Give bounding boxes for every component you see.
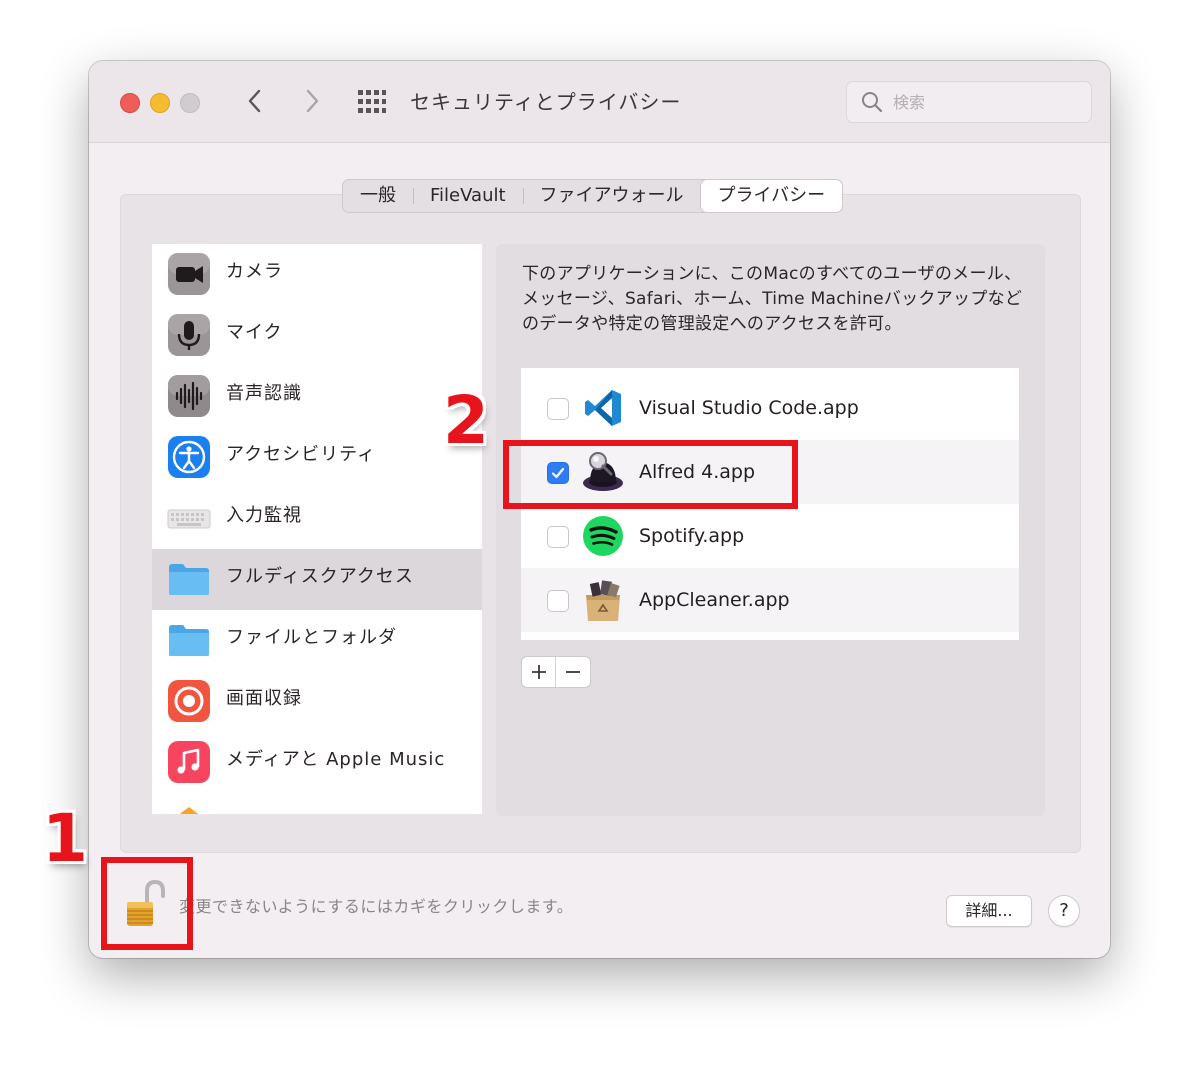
app-checkbox[interactable] bbox=[547, 590, 569, 612]
details-button[interactable]: 詳細... bbox=[946, 895, 1032, 927]
list-item[interactable]: Spotify.app bbox=[521, 504, 1019, 568]
app-checkbox-checked[interactable] bbox=[547, 462, 569, 484]
alfred-icon bbox=[583, 452, 623, 491]
unlocked-padlock-icon[interactable] bbox=[120, 879, 170, 929]
sidebar-item-label: マイク bbox=[226, 322, 283, 343]
forward-button[interactable] bbox=[294, 83, 330, 119]
waveform-icon bbox=[168, 375, 210, 417]
sidebar-item-label: アクセシビリティ bbox=[226, 444, 377, 465]
sidebar-item-accessibility[interactable]: アクセシビリティ bbox=[152, 427, 482, 488]
search-icon bbox=[862, 92, 883, 113]
list-item[interactable]: AppCleaner.app bbox=[521, 568, 1019, 632]
app-name: Spotify.app bbox=[639, 525, 745, 547]
screen-record-icon bbox=[168, 680, 210, 722]
sidebar-item-label: フルディスクアクセス bbox=[226, 566, 414, 587]
sidebar-item-media-apple-music[interactable]: メディアと Apple Music bbox=[152, 732, 482, 793]
list-item[interactable]: Alfred 4.app bbox=[521, 440, 1019, 504]
tab-filevault[interactable]: FileVault bbox=[413, 180, 523, 212]
vscode-icon bbox=[585, 390, 621, 426]
sidebar-item-label: 入力監視 bbox=[226, 505, 302, 526]
plus-icon bbox=[531, 665, 546, 679]
lock-instruction: 変更できないようにするにはカギをクリックします。 bbox=[179, 897, 574, 916]
list-item[interactable]: Visual Studio Code.app bbox=[521, 376, 1019, 440]
back-button[interactable] bbox=[237, 83, 273, 119]
camera-icon bbox=[168, 253, 210, 295]
app-checkbox[interactable] bbox=[547, 526, 569, 548]
sidebar-item-partial[interactable] bbox=[152, 793, 482, 814]
sidebar-item-camera[interactable]: カメラ bbox=[152, 244, 482, 305]
sidebar-item-label: ファイルとフォルダ bbox=[226, 627, 397, 648]
music-icon bbox=[168, 741, 210, 783]
privacy-category-list: カメラ マイク 音声認識 アクセシビリティ 入力監視 フルディスクアクセス ファ… bbox=[152, 244, 482, 814]
step-number-1: 1 bbox=[42, 800, 88, 877]
step-number-2: 2 bbox=[443, 382, 489, 459]
spotify-icon bbox=[583, 516, 623, 556]
close-button[interactable] bbox=[120, 93, 140, 113]
folder-icon bbox=[169, 564, 209, 595]
remove-app-button[interactable] bbox=[555, 657, 589, 687]
sidebar-item-input-monitoring[interactable]: 入力監視 bbox=[152, 488, 482, 549]
accessibility-icon bbox=[168, 436, 210, 478]
sidebar-item-label: メディアと Apple Music bbox=[226, 749, 446, 770]
chevron-left-icon bbox=[248, 89, 261, 113]
home-icon bbox=[179, 807, 199, 814]
sidebar-item-label: 画面収録 bbox=[226, 688, 302, 709]
sidebar-item-microphone[interactable]: マイク bbox=[152, 305, 482, 366]
sidebar-item-screen-recording[interactable]: 画面収録 bbox=[152, 671, 482, 732]
app-list: Visual Studio Code.app Alfred 4.app Spot… bbox=[521, 368, 1019, 640]
sidebar-item-label: 音声認識 bbox=[226, 383, 302, 404]
tab-bar: 一般 FileVault ファイアウォール プライバシー bbox=[342, 179, 844, 213]
app-name: AppCleaner.app bbox=[639, 589, 790, 611]
keyboard-icon bbox=[167, 509, 211, 529]
help-button[interactable]: ? bbox=[1048, 895, 1080, 927]
access-panel: 下のアプリケーションに、このMacのすべてのユーザのメール、メッセージ、Safa… bbox=[496, 244, 1045, 816]
access-description: 下のアプリケーションに、このMacのすべてのユーザのメール、メッセージ、Safa… bbox=[522, 264, 1023, 334]
zoom-button[interactable] bbox=[180, 93, 200, 113]
chevron-right-icon bbox=[306, 89, 319, 113]
sidebar-item-files-and-folders[interactable]: ファイルとフォルダ bbox=[152, 610, 482, 671]
folder-icon bbox=[169, 625, 209, 656]
app-checkbox[interactable] bbox=[547, 398, 569, 420]
sidebar-item-full-disk-access[interactable]: フルディスクアクセス bbox=[152, 549, 482, 610]
checkmark-icon bbox=[551, 467, 565, 479]
search-field[interactable] bbox=[846, 81, 1092, 123]
add-app-button[interactable] bbox=[522, 657, 555, 687]
preferences-window: セキュリティとプライバシー 一般 FileVault ファイアウォール プライバ… bbox=[89, 61, 1110, 958]
title-bar: セキュリティとプライバシー bbox=[89, 61, 1110, 143]
appcleaner-icon bbox=[586, 580, 620, 621]
search-input[interactable] bbox=[891, 88, 1085, 116]
minus-icon bbox=[565, 671, 580, 673]
sidebar-item-speech-recognition[interactable]: 音声認識 bbox=[152, 366, 482, 427]
tab-general[interactable]: 一般 bbox=[343, 180, 413, 212]
add-remove-control bbox=[521, 656, 591, 688]
tab-privacy[interactable]: プライバシー bbox=[700, 180, 843, 212]
sidebar-item-label: カメラ bbox=[226, 261, 283, 282]
microphone-icon bbox=[168, 314, 210, 356]
window-title: セキュリティとプライバシー bbox=[410, 90, 682, 114]
minimize-button[interactable] bbox=[150, 93, 170, 113]
app-name: Alfred 4.app bbox=[639, 461, 756, 483]
app-name: Visual Studio Code.app bbox=[639, 397, 859, 419]
show-all-grid-icon[interactable] bbox=[357, 89, 387, 115]
tab-firewall[interactable]: ファイアウォール bbox=[522, 180, 701, 212]
